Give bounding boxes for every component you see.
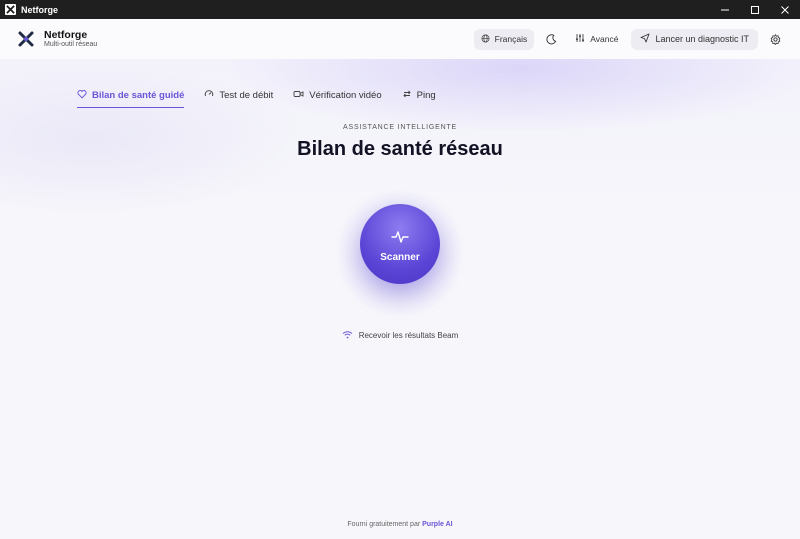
minimize-icon[interactable]: [710, 0, 740, 19]
footer-prefix: Fourni gratuitement par: [347, 521, 421, 528]
tab-ping[interactable]: Ping: [402, 83, 436, 107]
sliders-icon: [575, 33, 585, 45]
tab-speed-test[interactable]: Test de débit: [204, 83, 273, 107]
beam-label: Recevoir les résultats Beam: [358, 331, 459, 340]
brand: Netforge Multi-outil réseau: [44, 30, 97, 49]
window-titlebar: Netforge: [0, 0, 800, 19]
wifi-icon: [342, 330, 353, 341]
moon-icon: [546, 33, 557, 44]
gauge-icon: [204, 89, 214, 102]
app-header: Netforge Multi-outil réseau Français Ava…: [0, 19, 800, 59]
hero-eyebrow: ASSISTANCE INTELLIGENTE: [343, 124, 457, 131]
run-diagnostic-label: Lancer un diagnostic IT: [655, 34, 749, 44]
dark-mode-toggle[interactable]: [540, 28, 562, 50]
header-actions: Français Avancé Lancer un diagnostic IT: [473, 28, 786, 50]
brand-name: Netforge: [44, 28, 88, 41]
tab-label: Ping: [416, 89, 436, 101]
maximize-icon[interactable]: [740, 0, 770, 19]
language-selector[interactable]: Français: [473, 28, 535, 50]
beam-results-link[interactable]: Recevoir les résultats Beam: [0, 330, 800, 341]
close-icon[interactable]: [770, 0, 800, 19]
main-content: Bilan de santé guidé Test de débit Vérif…: [0, 59, 800, 539]
send-icon: [640, 33, 650, 45]
tab-label: Bilan de santé guidé: [92, 89, 185, 101]
app-icon: [5, 4, 16, 15]
gear-icon: [770, 33, 780, 45]
scan-area: Scanner: [330, 184, 470, 324]
brand-subtitle: Multi-outil réseau: [44, 41, 98, 49]
scan-label: Scanner: [380, 251, 420, 263]
tab-bar: Bilan de santé guidé Test de débit Vérif…: [77, 83, 456, 108]
globe-icon: [481, 34, 490, 45]
window-title: Netforge: [21, 4, 59, 15]
ping-icon: [402, 89, 412, 102]
tab-video-check[interactable]: Vérification vidéo: [293, 83, 382, 107]
footer: Fourni gratuitement par Purple AI: [0, 521, 800, 528]
settings-button[interactable]: [764, 28, 786, 50]
tab-label: Vérification vidéo: [309, 89, 382, 101]
language-label: Français: [494, 34, 528, 44]
scan-button[interactable]: Scanner: [360, 204, 440, 284]
video-icon: [293, 89, 304, 102]
page-title: Bilan de santé réseau: [297, 138, 503, 160]
advanced-button[interactable]: Avancé: [568, 29, 625, 50]
footer-brand-link[interactable]: Purple AI: [422, 521, 452, 528]
window-controls: [710, 0, 800, 19]
netforge-logo-icon: [17, 30, 35, 48]
pulse-icon: [391, 230, 409, 249]
advanced-label: Avancé: [590, 34, 619, 44]
heart-icon: [77, 89, 87, 102]
tab-guided-health-check[interactable]: Bilan de santé guidé: [77, 83, 185, 108]
run-diagnostic-button[interactable]: Lancer un diagnostic IT: [631, 28, 758, 50]
tab-label: Test de débit: [219, 89, 274, 101]
